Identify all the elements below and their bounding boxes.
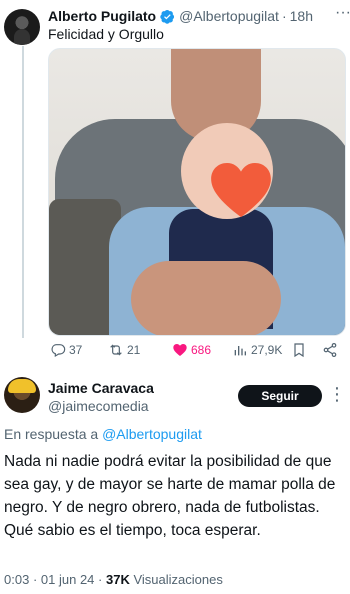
separator-dot: · xyxy=(281,8,287,24)
retweet-count: 21 xyxy=(127,343,141,357)
reply-views-count: 37K xyxy=(106,572,130,587)
photo-hand xyxy=(131,261,281,335)
reply-icon xyxy=(51,344,66,358)
reply-views-label: Visualizaciones xyxy=(133,572,223,587)
like-action[interactable]: 686 xyxy=(172,342,211,358)
bookmark-icon xyxy=(294,343,304,358)
follow-button[interactable]: Seguir xyxy=(238,385,322,407)
reply-count: 37 xyxy=(69,343,83,357)
reply-action[interactable]: 37 xyxy=(50,342,82,358)
retweet-icon xyxy=(110,344,122,356)
replying-to-line: En respuesta a @Albertopugilat xyxy=(4,426,202,442)
author-handle[interactable]: @Albertopugilat xyxy=(179,8,279,24)
like-count: 686 xyxy=(191,343,212,357)
replying-to-prefix: En respuesta a xyxy=(4,426,99,442)
bookmark-action[interactable] xyxy=(291,342,310,358)
original-tweet-header: Alberto Pugilato @Albertopugilat · 18h xyxy=(48,8,313,24)
views-chart-icon xyxy=(234,346,246,356)
tweet-photo[interactable] xyxy=(48,48,346,336)
views-action[interactable]: 27,9K xyxy=(232,342,282,358)
verified-badge-icon xyxy=(160,9,175,24)
meta-separator: · xyxy=(32,572,38,587)
tweet-text: Felicidad y Orgullo xyxy=(48,26,164,42)
share-icon xyxy=(323,343,337,357)
retweet-action[interactable]: 21 xyxy=(108,342,140,358)
reply-author-name[interactable]: Jaime Caravaca xyxy=(48,380,154,396)
reply-more-options-button[interactable]: ⋮ xyxy=(328,384,346,405)
thread-connector-line xyxy=(22,46,24,338)
avatar-alberto-pugilato[interactable] xyxy=(4,9,40,45)
like-heart-icon xyxy=(173,344,187,356)
more-options-button[interactable]: ··· xyxy=(335,4,350,22)
tweet-time[interactable]: 18h xyxy=(290,8,313,24)
views-count: 27,9K xyxy=(251,343,283,357)
replying-to-mention-link[interactable]: @Albertopugilat xyxy=(102,426,202,442)
share-action[interactable] xyxy=(322,342,341,358)
reply-meta-line: 0:03 · 01 jun 24 · 37K Visualizaciones xyxy=(4,572,223,587)
reply-date[interactable]: 01 jun 24 xyxy=(41,572,95,587)
reply-tweet-text: Nada ni nadie podrá evitar la posibilida… xyxy=(4,453,336,539)
meta-separator: · xyxy=(98,572,103,587)
avatar-jaime-caravaca[interactable] xyxy=(4,377,40,413)
reply-author-handle[interactable]: @jaimecomedia xyxy=(48,398,149,414)
tweet-action-bar: 37 21 686 27,9K xyxy=(48,342,344,362)
reply-time[interactable]: 0:03 xyxy=(4,572,29,587)
author-name[interactable]: Alberto Pugilato xyxy=(48,8,156,24)
heart-emoji-icon xyxy=(211,163,271,218)
